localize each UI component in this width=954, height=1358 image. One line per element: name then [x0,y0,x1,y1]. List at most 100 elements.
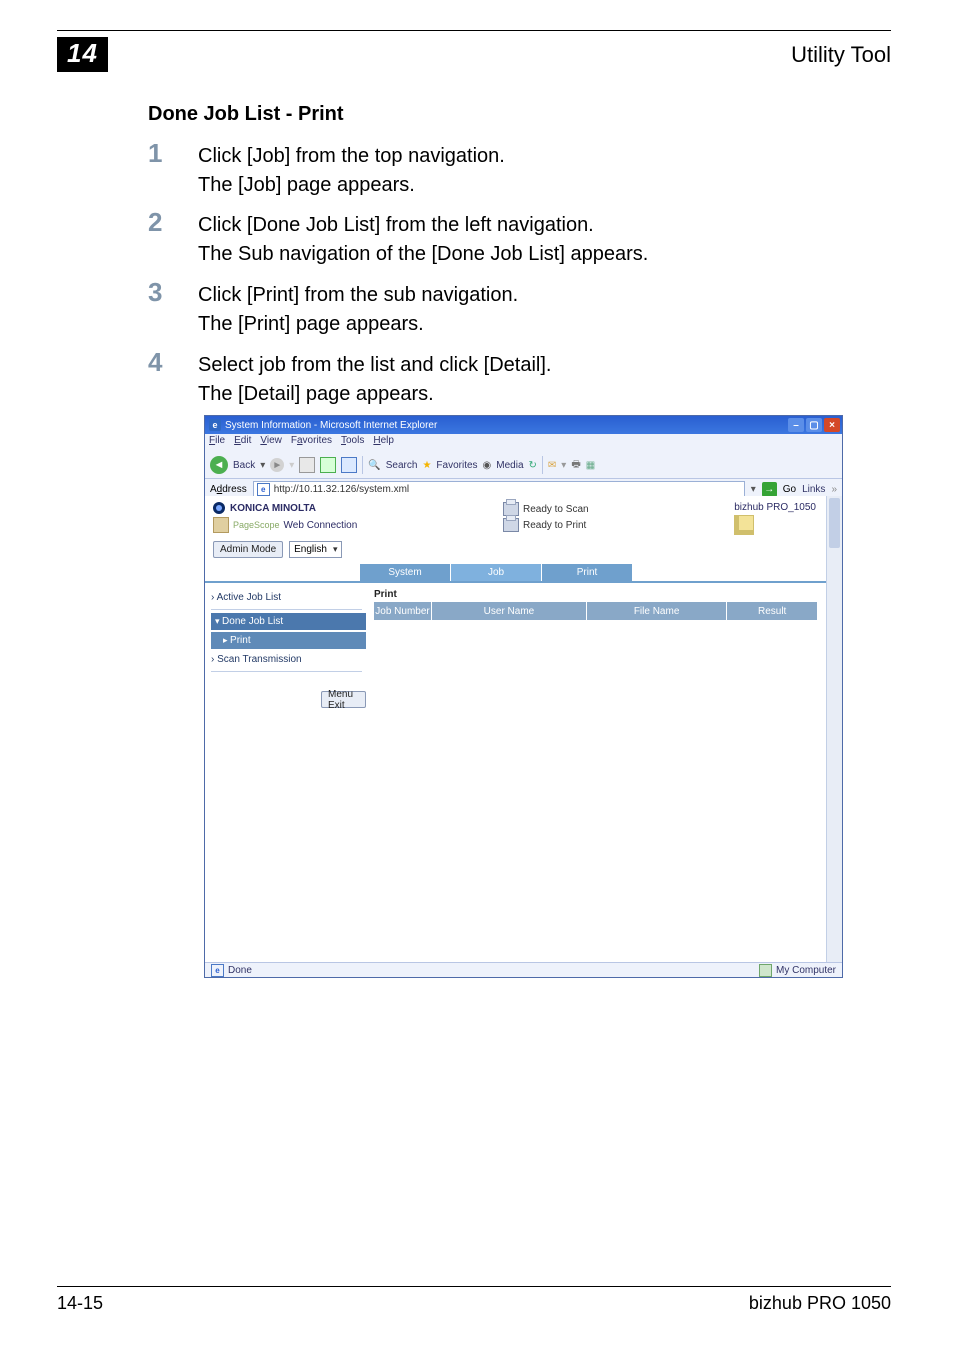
step-text: Click [Job] from the top navigation. [198,142,505,171]
nav-print[interactable]: Print [211,632,366,649]
step-text: The [Job] page appears. [198,171,505,200]
toolbar: ◄ Back ▾ ► ▾ 🔍 Search ★ Favorites ◉ Medi… [205,452,842,479]
left-nav: Active Job List Done Job List Print Scan… [205,583,366,708]
chapter-number: 14 [57,37,108,72]
pagescope-icon [213,517,229,533]
links-label[interactable]: Links [802,484,825,495]
maximize-button[interactable]: ▢ [806,418,822,432]
address-input[interactable]: e http://10.11.32.126/system.xml [253,481,745,498]
language-select[interactable]: English [289,541,342,558]
separator [211,671,362,672]
separator [211,609,362,610]
printer-icon [503,518,519,532]
step-3: 3 Click [Print] from the sub navigation.… [148,279,518,339]
step-4: 4 Select job from the list and click [De… [148,349,551,409]
menu-favorites[interactable]: Favorites [291,435,332,451]
dropdown-icon[interactable]: ▾ [561,460,566,471]
go-label[interactable]: Go [783,484,796,495]
section-heading: Done Job List - Print [148,103,344,126]
search-label[interactable]: Search [386,460,418,471]
embedded-screenshot: e System Information - Microsoft Interne… [205,416,842,977]
step-1: 1 Click [Job] from the top navigation. T… [148,140,505,200]
separator [542,456,543,474]
menu-file[interactable]: FFileile [209,435,225,451]
dropdown-icon[interactable]: ▾ [289,460,294,471]
step-text: The [Detail] page appears. [198,380,551,409]
scanner-icon [503,502,519,516]
home-button[interactable] [341,457,357,473]
menu-help[interactable]: Help [373,435,394,451]
step-text: Select job from the list and click [Deta… [198,351,551,380]
ie-icon: e [209,419,221,431]
scroll-thumb[interactable] [829,498,840,548]
scrollbar[interactable] [826,496,842,963]
menu-view[interactable]: View [260,435,282,451]
stop-button[interactable] [299,457,315,473]
step-text: The [Print] page appears. [198,310,518,339]
media-label[interactable]: Media [496,460,523,471]
col-job-number[interactable]: Job Number [374,602,432,620]
separator [362,456,363,474]
window-titlebar[interactable]: e System Information - Microsoft Interne… [205,416,842,434]
step-2: 2 Click [Done Job List] from the left na… [148,209,648,269]
step-number: 3 [148,279,198,305]
address-label: Address [210,484,247,495]
tab-system[interactable]: System [360,564,451,581]
brand-logo-icon [213,502,225,514]
address-value: http://10.11.32.126/system.xml [274,484,409,495]
history-icon[interactable]: ↻ [529,460,537,471]
dropdown-icon[interactable]: ▾ [260,460,265,471]
status-zone: My Computer [776,965,836,976]
refresh-button[interactable] [320,457,336,473]
nav-scan-transmission[interactable]: Scan Transmission [211,651,366,668]
tab-print[interactable]: Print [542,564,633,581]
favorites-label[interactable]: Favorites [436,460,477,471]
nav-active-job-list[interactable]: Active Job List [211,589,366,606]
step-number: 4 [148,349,198,375]
col-result[interactable]: Result [727,602,818,620]
menu-edit[interactable]: Edit [234,435,251,451]
window-title: System Information - Microsoft Internet … [225,420,437,431]
panel-title: Print [374,589,818,600]
step-text: Click [Print] from the sub navigation. [198,281,518,310]
back-button[interactable]: ◄ [210,456,228,474]
menu-tools[interactable]: Tools [341,435,364,451]
step-text: The Sub navigation of the [Done Job List… [198,240,648,269]
footer-rule [57,1286,891,1287]
minimize-button[interactable]: – [788,418,804,432]
admin-mode-button[interactable]: Admin Mode [213,541,283,558]
favorites-icon[interactable]: ★ [422,460,431,471]
media-icon[interactable]: ◉ [483,460,492,471]
col-user-name[interactable]: User Name [432,602,587,620]
search-icon[interactable]: 🔍 [368,460,380,471]
close-button[interactable]: × [824,418,840,432]
nav-done-job-list[interactable]: Done Job List [211,613,366,630]
dropdown-icon[interactable]: ▾ [751,484,756,495]
brand-name: KONICA MINOLTA [230,503,316,514]
model-name: bizhub PRO_1050 [734,502,816,513]
back-label[interactable]: Back [233,460,255,471]
ie-page-icon: e [211,964,224,977]
header-rule [57,30,891,31]
tab-job[interactable]: Job [451,564,542,581]
job-table: Job Number User Name File Name Result [374,602,818,620]
ie-page-icon: e [257,483,270,496]
print-icon[interactable]: 🖶 [571,457,580,474]
menu-bar[interactable]: FFileile Edit View Favorites Tools Help [205,434,842,452]
mail-icon[interactable]: ✉ [548,460,556,471]
device-thumb-icon [734,515,754,535]
col-file-name[interactable]: File Name [586,602,726,620]
my-computer-icon [759,964,772,977]
step-text: Click [Done Job List] from the left navi… [198,211,648,240]
menu-exit-button[interactable]: Menu Exit [321,691,366,708]
step-number: 1 [148,140,198,166]
status-bar: e Done My Computer [205,962,842,977]
header-title: Utility Tool [791,42,891,68]
status-print: Ready to Print [523,520,586,531]
edit-icon[interactable]: ▦ [586,460,595,471]
status-done: Done [228,965,252,976]
forward-button[interactable]: ► [270,458,284,472]
pagescope-prefix: PageScope [233,520,280,530]
go-button[interactable]: → [762,482,777,497]
pagescope-label: Web Connection [284,520,358,531]
